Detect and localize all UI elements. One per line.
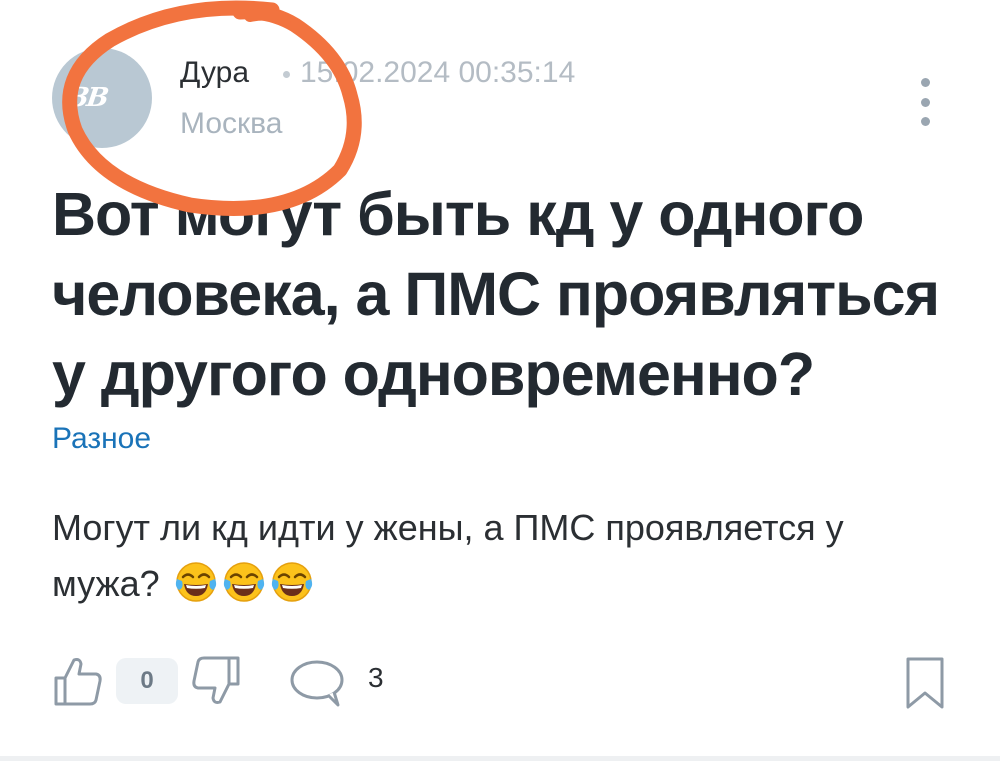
thumbs-down-icon[interactable] <box>190 654 242 708</box>
laughing-emoji-icon <box>223 562 264 602</box>
post-date: 15.02.2024 00:35:14 <box>300 56 576 89</box>
vertical-dots-icon[interactable] <box>905 78 945 126</box>
author-name[interactable]: Дура <box>180 56 249 90</box>
category-link[interactable]: Разное <box>52 422 151 456</box>
thumbs-up-icon[interactable] <box>52 654 104 708</box>
avatar-initials: ЗВ <box>67 83 109 113</box>
separator-dot <box>283 71 290 78</box>
author-avatar[interactable]: ЗВ <box>52 48 152 148</box>
question-body-text: Могут ли кд идти у жены, а ПМС проявляет… <box>52 507 844 604</box>
bookmark-icon[interactable] <box>904 656 946 710</box>
laughing-emoji-icon <box>271 562 312 602</box>
post-actions: 0 3 <box>52 652 952 712</box>
author-city: Москва <box>180 107 283 140</box>
bottom-divider <box>0 756 1000 761</box>
like-count: 0 <box>116 658 178 704</box>
question-title: Вот могут быть кд у одного человека, а П… <box>52 180 940 408</box>
comment-count: 3 <box>368 662 384 693</box>
laughing-emoji-icon <box>175 562 216 602</box>
question-body: Могут ли кд идти у жены, а ПМС проявляет… <box>52 500 942 612</box>
speech-bubble-icon[interactable] <box>288 658 346 708</box>
